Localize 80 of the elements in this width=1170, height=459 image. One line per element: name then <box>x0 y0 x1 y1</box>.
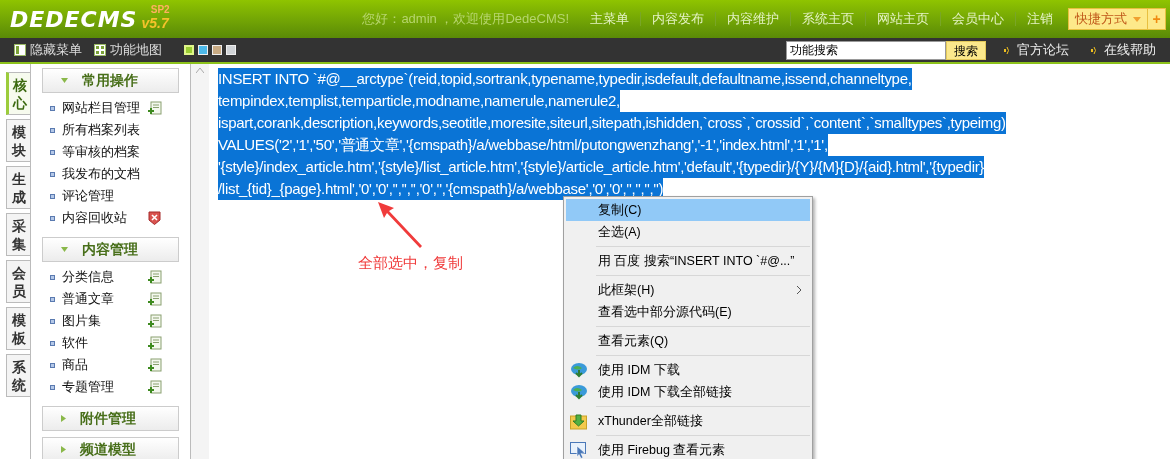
context-menu-item[interactable]: 此框架(H) <box>566 279 810 301</box>
bullet-icon <box>50 127 55 133</box>
add-document-icon[interactable] <box>148 270 162 284</box>
greeting: 您好：admin ，欢迎使用DedeCMS! <box>362 10 569 29</box>
context-menu-item[interactable]: 使用 IDM 下载全部链接 <box>566 381 810 403</box>
side-tab[interactable]: 生成 <box>6 166 30 209</box>
signal-icon <box>1004 45 1011 55</box>
shortcut-dropdown[interactable]: 快捷方式 <box>1068 8 1148 30</box>
bullet-icon <box>50 274 55 280</box>
context-menu-item[interactable]: 使用 Firebug 查看元素 <box>566 439 810 459</box>
bullet-icon <box>50 171 55 177</box>
menu-link[interactable]: 所有档案列表 <box>62 120 148 140</box>
bullet-icon <box>50 215 55 221</box>
theme-swatch[interactable] <box>198 45 208 55</box>
add-document-icon[interactable] <box>148 292 162 306</box>
context-menu-item[interactable]: 用 百度 搜索“INSERT INTO `#@...” <box>566 250 810 272</box>
globe-download-icon <box>570 362 588 378</box>
bullet-icon <box>50 384 55 390</box>
menu-link[interactable]: 评论管理 <box>62 186 148 206</box>
delete-icon[interactable] <box>148 211 161 225</box>
section-header[interactable]: 附件管理 <box>42 406 179 431</box>
expanded-arrow-icon <box>61 247 68 252</box>
menu-link[interactable]: 图片集 <box>62 311 148 331</box>
folder-download-icon <box>570 412 587 430</box>
globe-download-icon <box>570 384 588 400</box>
search-field[interactable]: 功能搜索 <box>786 40 946 60</box>
menu-link[interactable]: 我发布的文档 <box>62 164 148 184</box>
site-map-link[interactable]: 功能地图 <box>110 40 162 60</box>
theme-swatch[interactable] <box>226 45 236 55</box>
theme-swatch[interactable] <box>212 45 222 55</box>
signal-icon <box>1091 45 1098 55</box>
bullet-icon <box>50 149 55 155</box>
caret-icon <box>1133 16 1141 22</box>
context-menu-item[interactable]: 全选(A) <box>566 221 810 243</box>
bullet-icon <box>50 318 55 324</box>
section-header[interactable]: 频道模型 <box>42 437 179 459</box>
menu-link[interactable]: 软件 <box>62 333 148 353</box>
menu-link[interactable]: 网站栏目管理 <box>62 98 148 118</box>
annotation-arrow <box>376 200 424 250</box>
context-menu-item[interactable]: xThunder全部链接 <box>566 410 810 432</box>
menu-link[interactable]: 等审核的档案 <box>62 142 148 162</box>
collapsed-arrow-icon <box>61 415 66 422</box>
grid-icon <box>94 44 106 56</box>
toolbar-link[interactable]: 在线帮助 <box>1104 40 1156 60</box>
add-document-icon[interactable] <box>148 336 162 350</box>
side-tab[interactable]: 系统 <box>6 354 30 397</box>
menu-link[interactable]: 内容回收站 <box>62 208 148 228</box>
add-document-icon[interactable] <box>148 101 162 115</box>
logo: DEDECMS <box>10 5 138 34</box>
toolbar-link[interactable]: 官方论坛 <box>1017 40 1069 60</box>
theme-swatch[interactable] <box>184 45 194 55</box>
bullet-icon <box>50 362 55 368</box>
panel-icon <box>14 44 26 56</box>
bullet-icon <box>50 296 55 302</box>
menu-link[interactable]: 商品 <box>62 355 148 375</box>
add-document-icon[interactable] <box>148 380 162 394</box>
bullet-icon <box>50 340 55 346</box>
menu-link[interactable]: 分类信息 <box>62 267 148 287</box>
menu-link[interactable]: 普通文章 <box>62 289 148 309</box>
bullet-icon <box>50 105 55 111</box>
side-tab[interactable]: 核心 <box>6 72 30 115</box>
search-button[interactable]: 搜索 <box>946 40 986 60</box>
section-header[interactable]: 常用操作 <box>42 68 179 93</box>
add-document-icon[interactable] <box>148 358 162 372</box>
side-tab[interactable]: 采集 <box>6 213 30 256</box>
hide-menu-link[interactable]: 隐藏菜单 <box>30 40 82 60</box>
side-tab[interactable]: 模板 <box>6 307 30 350</box>
context-menu-item[interactable]: 使用 IDM 下载 <box>566 359 810 381</box>
side-tab[interactable]: 会员 <box>6 260 30 303</box>
side-tab[interactable]: 模块 <box>6 119 30 162</box>
add-document-icon[interactable] <box>148 314 162 328</box>
menu-link[interactable]: 专题管理 <box>62 377 148 397</box>
bullet-icon <box>50 193 55 199</box>
expanded-arrow-icon <box>61 78 68 83</box>
annotation-text: 全部选中，复制 <box>358 253 463 273</box>
section-header[interactable]: 内容管理 <box>42 237 179 262</box>
context-menu-item[interactable]: 复制(C) <box>566 199 810 221</box>
collapsed-arrow-icon <box>61 446 66 453</box>
context-menu-item[interactable]: 查看选中部分源代码(E) <box>566 301 810 323</box>
context-menu-item[interactable]: 查看元素(Q) <box>566 330 810 352</box>
